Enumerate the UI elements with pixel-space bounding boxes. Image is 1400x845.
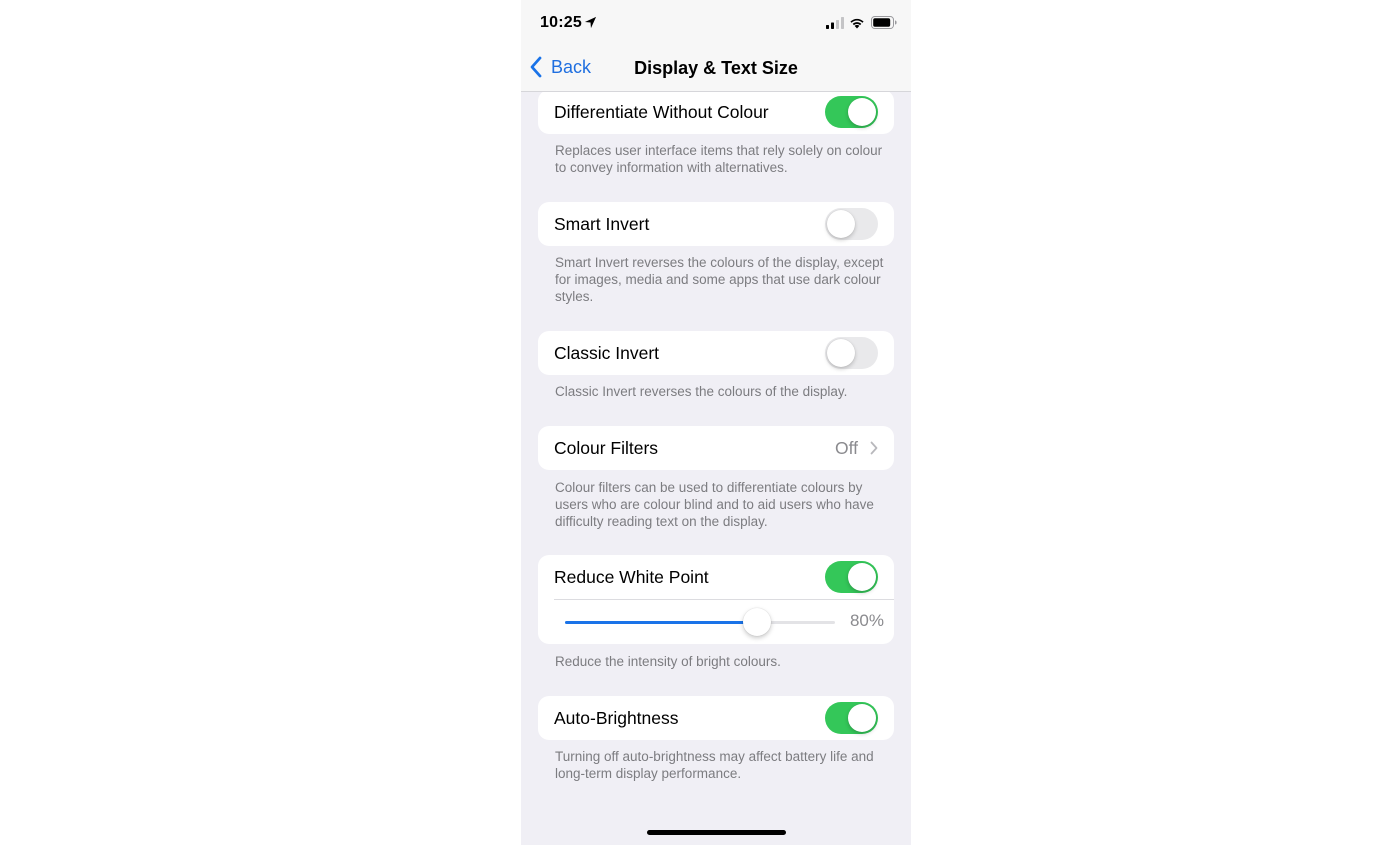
setting-footer: Smart Invert reverses the colours of the… — [555, 255, 884, 304]
colour-filters-value: Off — [834, 437, 858, 458]
settings-group-reduce-white-point: Reduce White Point 80% — [538, 555, 894, 644]
setting-footer: Classic Invert reverses the colours of t… — [555, 384, 848, 399]
location-arrow-icon — [584, 16, 597, 29]
setting-label: Colour Filters — [554, 437, 659, 458]
toggle-knob — [848, 704, 876, 732]
settings-group-colour-filters: Colour Filters Off — [538, 426, 894, 470]
setting-label: Differentiate Without Colour — [554, 101, 769, 122]
battery-icon — [871, 16, 897, 29]
setting-row-classic-invert[interactable]: Classic Invert — [538, 331, 894, 375]
setting-footer: Replaces user interface items that rely … — [555, 143, 883, 175]
setting-label: Reduce White Point — [554, 566, 709, 587]
setting-row-smart-invert[interactable]: Smart Invert — [538, 202, 894, 246]
home-indicator[interactable] — [647, 830, 786, 835]
wifi-icon — [850, 18, 864, 29]
white-point-slider[interactable] — [565, 608, 835, 636]
settings-group-differentiate: Differentiate Without Colour — [538, 90, 894, 134]
reduce-white-point-toggle[interactable] — [825, 561, 878, 593]
phone-screen: 10:25 Back Display & Text Size Different… — [521, 0, 911, 845]
white-point-value: 80% — [849, 611, 884, 630]
white-point-slider-row: 80% — [538, 599, 894, 644]
navigation-bar: 10:25 Back Display & Text Size — [521, 0, 911, 92]
toggle-knob — [848, 98, 876, 126]
setting-footer: Colour filters can be used to differenti… — [555, 480, 874, 529]
setting-row-differentiate-without-colour[interactable]: Differentiate Without Colour — [538, 90, 894, 134]
setting-row-colour-filters[interactable]: Colour Filters Off — [538, 426, 894, 470]
slider-thumb[interactable] — [742, 608, 771, 636]
toggle-knob — [827, 210, 855, 238]
settings-group-smart-invert: Smart Invert — [538, 202, 894, 246]
page-title: Display & Text Size — [634, 58, 798, 78]
differentiate-without-colour-toggle[interactable] — [825, 96, 878, 128]
toggle-knob — [848, 563, 876, 591]
slider-fill — [565, 621, 757, 624]
setting-row-reduce-white-point[interactable]: Reduce White Point — [538, 555, 894, 600]
setting-label: Auto-Brightness — [554, 707, 679, 728]
settings-group-classic-invert: Classic Invert — [538, 331, 894, 375]
auto-brightness-toggle[interactable] — [825, 702, 878, 734]
setting-label: Classic Invert — [554, 342, 660, 363]
chevron-right-icon — [870, 441, 878, 455]
smart-invert-toggle[interactable] — [825, 208, 878, 240]
setting-row-auto-brightness[interactable]: Auto-Brightness — [538, 696, 894, 740]
cellular-signal-icon — [826, 17, 844, 29]
status-time: 10:25 — [540, 14, 582, 31]
setting-label: Smart Invert — [554, 213, 650, 234]
toggle-knob — [827, 339, 855, 367]
settings-group-auto-brightness: Auto-Brightness — [538, 696, 894, 740]
setting-footer: Reduce the intensity of bright colours. — [555, 654, 781, 669]
classic-invert-toggle[interactable] — [825, 337, 878, 369]
setting-footer: Turning off auto-brightness may affect b… — [555, 749, 874, 781]
